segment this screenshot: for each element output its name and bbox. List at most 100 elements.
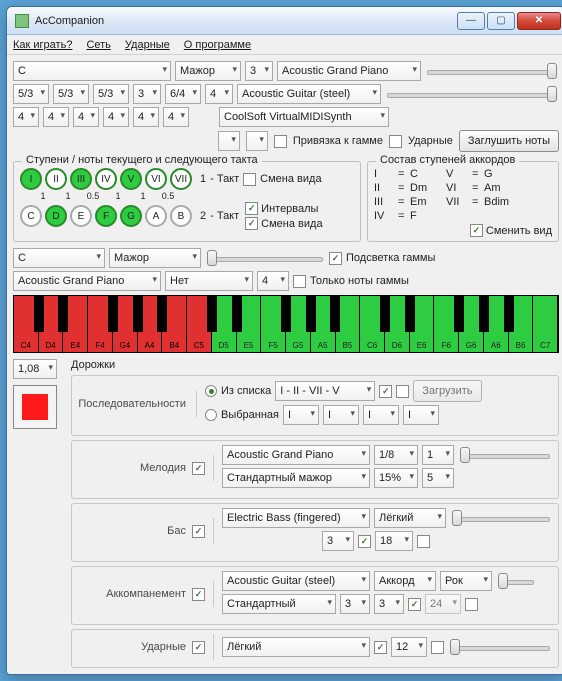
acc-slider[interactable] xyxy=(496,571,536,591)
note-B[interactable]: B xyxy=(170,205,192,227)
drums-slider[interactable] xyxy=(448,637,552,657)
seq-a[interactable]: I xyxy=(283,405,319,425)
s3-2[interactable]: 4 xyxy=(43,107,69,127)
seq-preset-select[interactable]: I - II - VII - V xyxy=(275,381,375,401)
s3-6[interactable]: 4 xyxy=(163,107,189,127)
tempo-field[interactable]: 1,08 xyxy=(13,359,57,379)
melody-enable[interactable]: ✓ xyxy=(192,462,205,475)
record-button[interactable] xyxy=(13,385,57,429)
note-E[interactable]: E xyxy=(70,205,92,227)
note-D[interactable]: D xyxy=(45,205,67,227)
melody-slider[interactable] xyxy=(458,445,552,465)
black-key[interactable] xyxy=(479,296,489,332)
drums-ck2[interactable] xyxy=(431,641,444,654)
drums-n[interactable]: 12 xyxy=(391,637,427,657)
black-key[interactable] xyxy=(504,296,514,332)
chview1-checkbox[interactable] xyxy=(243,173,256,186)
extra-sel-2[interactable] xyxy=(246,131,268,151)
drums-ck1[interactable]: ✓ xyxy=(374,641,387,654)
toggle-view-checkbox[interactable]: ✓ xyxy=(470,224,483,237)
s3-3[interactable]: 4 xyxy=(73,107,99,127)
black-key[interactable] xyxy=(207,296,217,332)
note-G[interactable]: G xyxy=(120,205,142,227)
degree-II[interactable]: II xyxy=(45,168,67,190)
bass-n1[interactable]: 3 xyxy=(322,531,354,551)
acc-enable[interactable]: ✓ xyxy=(192,588,205,601)
melody-pct[interactable]: 15% xyxy=(374,468,418,488)
seq-d[interactable]: I xyxy=(403,405,439,425)
black-key[interactable] xyxy=(380,296,390,332)
melody-scale[interactable]: Стандартный мажор xyxy=(222,468,370,488)
mid-slider1[interactable] xyxy=(205,248,325,268)
degree-VII[interactable]: VII xyxy=(170,168,192,190)
chview2-checkbox[interactable]: ✓ xyxy=(245,217,258,230)
seq-fromlist-radio[interactable] xyxy=(205,385,217,397)
black-key[interactable] xyxy=(232,296,242,332)
mode-select[interactable]: Мажор xyxy=(175,61,241,81)
bass-ck2[interactable] xyxy=(417,535,430,548)
mute-notes-button[interactable]: Заглушить ноты xyxy=(459,130,559,152)
black-key[interactable] xyxy=(157,296,167,332)
menu-about[interactable]: О программе xyxy=(184,39,251,51)
acc-ck1[interactable]: ✓ xyxy=(408,598,421,611)
menu-network[interactable]: Сеть xyxy=(86,39,110,51)
seq-c[interactable]: I xyxy=(363,405,399,425)
melody-n2[interactable]: 5 xyxy=(422,468,454,488)
s3-4[interactable]: 4 xyxy=(103,107,129,127)
num-select[interactable]: 3 xyxy=(245,61,273,81)
bass-ck[interactable]: ✓ xyxy=(358,535,371,548)
black-key[interactable] xyxy=(108,296,118,332)
key-select[interactable]: C xyxy=(13,61,171,81)
bass-n2[interactable]: 18 xyxy=(375,531,413,551)
mid-num[interactable]: 4 xyxy=(257,271,289,291)
frac-4[interactable]: 3 xyxy=(133,84,161,104)
bind-scale-checkbox[interactable] xyxy=(274,135,287,148)
degree-III[interactable]: III xyxy=(70,168,92,190)
extra-sel-1[interactable] xyxy=(218,131,240,151)
melody-instr[interactable]: Acoustic Grand Piano xyxy=(222,445,370,465)
menu-how-to-play[interactable]: Как играть? xyxy=(13,39,72,51)
instrument1-slider[interactable] xyxy=(425,61,559,81)
acc-n1[interactable]: 3 xyxy=(340,594,370,614)
degree-VI[interactable]: VI xyxy=(145,168,167,190)
frac-3[interactable]: 5/3 xyxy=(93,84,129,104)
frac-5[interactable]: 6/4 xyxy=(165,84,201,104)
acc-sub[interactable]: Стандартный xyxy=(222,594,336,614)
intervals-checkbox[interactable]: ✓ xyxy=(245,202,258,215)
acc-mode[interactable]: Аккорд xyxy=(374,571,436,591)
acc-style[interactable]: Рок xyxy=(440,571,492,591)
frac-1[interactable]: 5/3 xyxy=(13,84,49,104)
black-key[interactable] xyxy=(306,296,316,332)
bass-style[interactable]: Лёгкий xyxy=(374,508,446,528)
maximize-button[interactable]: ▢ xyxy=(487,12,515,30)
mid-key-select[interactable]: C xyxy=(13,248,105,268)
note-C[interactable]: C xyxy=(20,205,42,227)
seq-ck2[interactable] xyxy=(396,385,409,398)
bass-enable[interactable]: ✓ xyxy=(192,525,205,538)
instrument2-slider[interactable] xyxy=(385,84,559,104)
minimize-button[interactable]: — xyxy=(457,12,485,30)
highlight-checkbox[interactable]: ✓ xyxy=(329,252,342,265)
midi-out-select[interactable]: CoolSoft VirtualMIDISynth xyxy=(219,107,389,127)
drums-style[interactable]: Лёгкий xyxy=(222,637,370,657)
note-F[interactable]: F xyxy=(95,205,117,227)
melody-dur[interactable]: 1/8 xyxy=(374,445,418,465)
acc-instr[interactable]: Acoustic Guitar (steel) xyxy=(222,571,370,591)
piano-keyboard[interactable]: C4D4E4F4G4A4B4C5D5E5F5G5A5B5C6D6E6F6G6A6… xyxy=(13,295,559,353)
drums-checkbox[interactable] xyxy=(389,135,402,148)
black-key[interactable] xyxy=(281,296,291,332)
seq-load-button[interactable]: Загрузить xyxy=(413,380,481,402)
close-button[interactable]: ✕ xyxy=(517,12,561,30)
mid-mode-select[interactable]: Мажор xyxy=(109,248,201,268)
degree-IV[interactable]: IV xyxy=(95,168,117,190)
s3-1[interactable]: 4 xyxy=(13,107,39,127)
melody-n[interactable]: 1 xyxy=(422,445,454,465)
s3-5[interactable]: 4 xyxy=(133,107,159,127)
frac-6[interactable]: 4 xyxy=(205,84,233,104)
black-key[interactable] xyxy=(330,296,340,332)
black-key[interactable] xyxy=(133,296,143,332)
degree-I[interactable]: I xyxy=(20,168,42,190)
acc-ck2[interactable] xyxy=(465,598,478,611)
key-C7[interactable]: C7 xyxy=(533,296,558,352)
acc-n3[interactable]: 24 xyxy=(425,594,461,614)
